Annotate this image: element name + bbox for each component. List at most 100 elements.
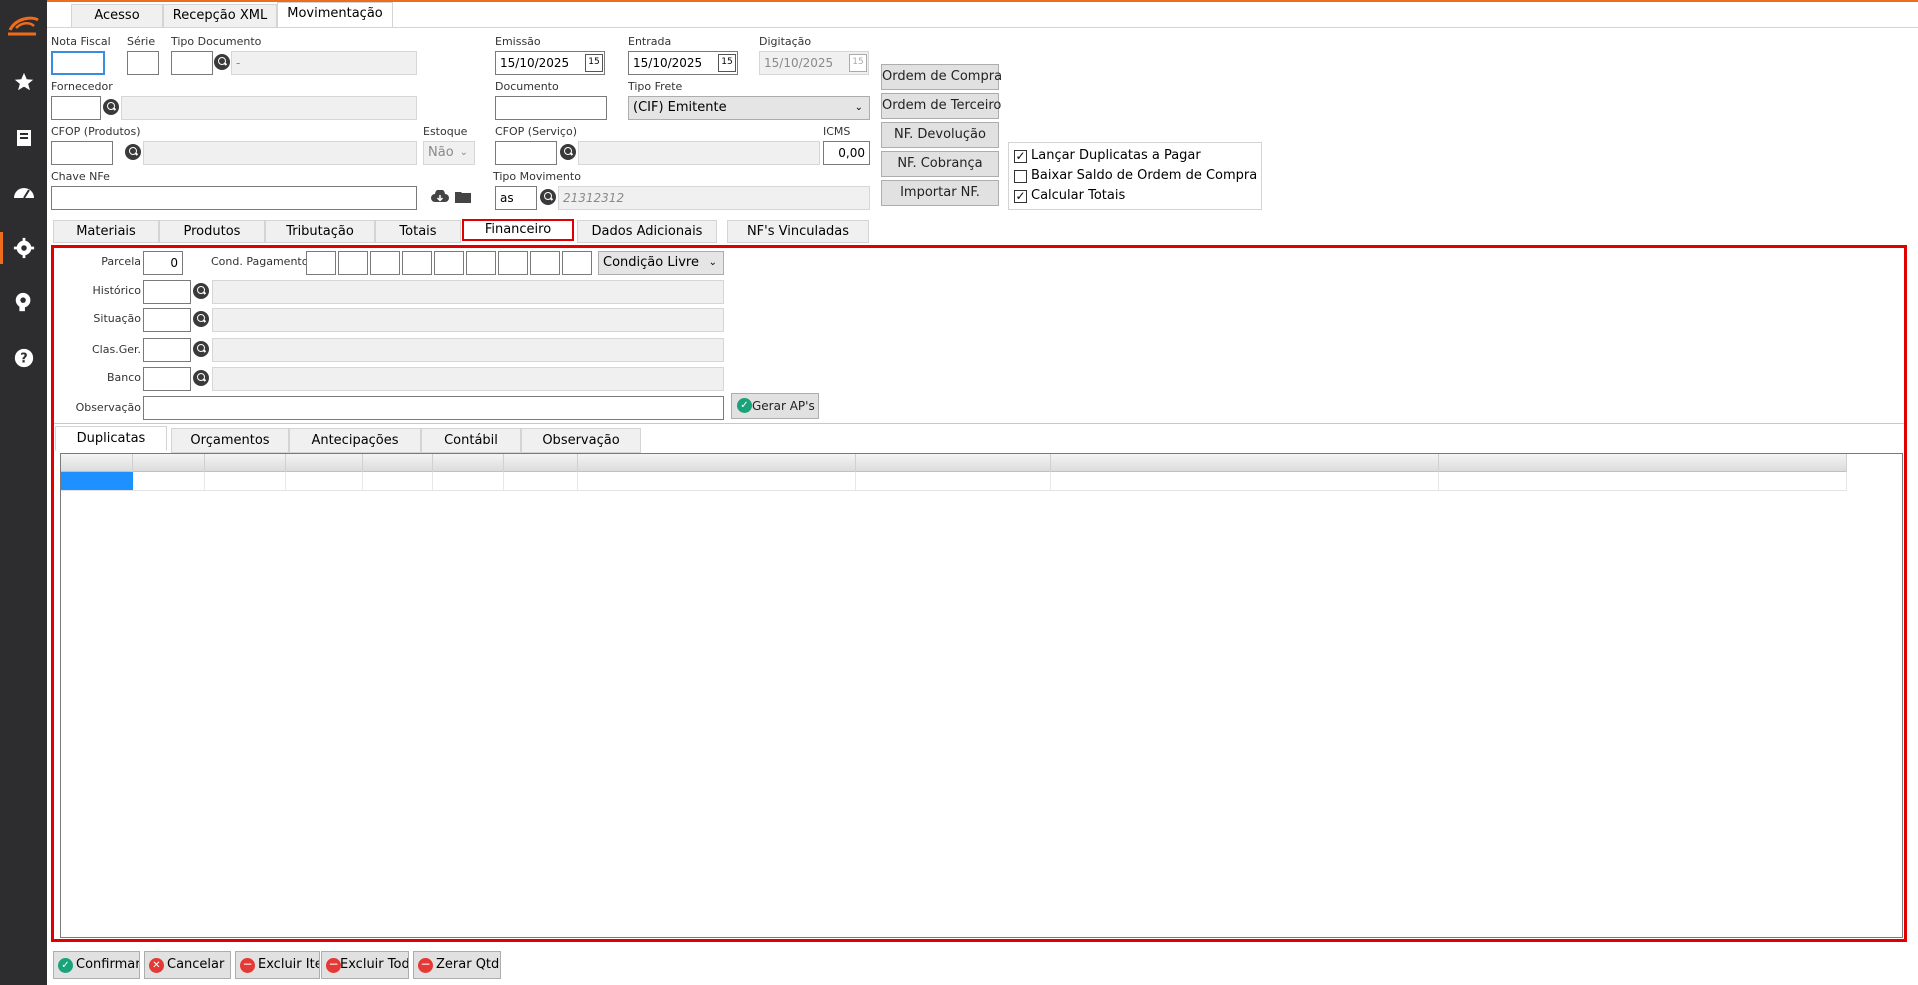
tipo-frete-select[interactable]: (CIF) Emitente ⌄	[628, 96, 870, 120]
calendar-icon[interactable]: 15	[585, 54, 603, 72]
star-icon[interactable]	[10, 68, 38, 96]
cond-pagamento-input-3[interactable]	[370, 251, 400, 275]
search-icon[interactable]	[125, 144, 141, 160]
table-cell[interactable]	[363, 472, 433, 490]
table-row[interactable]	[61, 472, 1847, 491]
tab-dados-adicionais[interactable]: Dados Adicionais	[577, 220, 717, 243]
importar-nf-button[interactable]: Importar NF.	[881, 180, 999, 206]
nota-fiscal-input[interactable]	[51, 51, 105, 75]
documento-input[interactable]	[495, 96, 607, 120]
serie-input[interactable]	[127, 51, 159, 75]
grid-column-header[interactable]	[286, 454, 363, 472]
tab-movimentacao[interactable]: Movimentação	[277, 2, 393, 28]
tab-contabil[interactable]: Contábil	[421, 428, 521, 453]
tab-observacao[interactable]: Observação	[521, 428, 641, 453]
gerar-aps-button[interactable]: ✓ Gerar AP's	[731, 393, 819, 419]
clas-ger-input[interactable]	[143, 338, 191, 362]
cond-pagamento-input-4[interactable]	[402, 251, 432, 275]
cond-pagamento-input-5[interactable]	[434, 251, 464, 275]
cond-pagamento-input-8[interactable]	[530, 251, 560, 275]
confirmar-button[interactable]: ✓ Confirmar	[53, 951, 140, 979]
tab-financeiro[interactable]: Financeiro	[462, 219, 574, 241]
tab-tributacao[interactable]: Tributação	[265, 220, 375, 243]
nf-devolucao-button[interactable]: NF. Devolução	[881, 122, 999, 148]
table-cell[interactable]	[856, 472, 1051, 490]
fornecedor-input[interactable]	[51, 96, 101, 120]
lancar-duplicatas-checkbox[interactable]: ✓	[1014, 150, 1027, 163]
excluir-todos-button[interactable]: − Excluir Todos	[321, 951, 409, 979]
parcela-input[interactable]: 0	[143, 251, 183, 275]
grid-column-header[interactable]	[1051, 454, 1439, 472]
icms-input[interactable]: 0,00	[823, 141, 870, 165]
cancelar-button[interactable]: ✕ Cancelar	[144, 951, 231, 979]
grid-column-header[interactable]	[578, 454, 856, 472]
table-cell[interactable]	[286, 472, 363, 490]
tab-antecipacoes[interactable]: Antecipações	[289, 428, 421, 453]
grid-column-header[interactable]	[504, 454, 578, 472]
baixar-saldo-checkbox[interactable]	[1014, 170, 1027, 183]
support-icon[interactable]	[10, 288, 38, 316]
duplicatas-grid[interactable]	[60, 453, 1903, 938]
chave-nfe-input[interactable]	[51, 186, 417, 210]
tipo-movimento-input[interactable]: as	[495, 186, 537, 210]
search-icon[interactable]	[540, 189, 556, 205]
cond-pagamento-input-6[interactable]	[466, 251, 496, 275]
cond-pagamento-input-9[interactable]	[562, 251, 592, 275]
search-icon[interactable]	[193, 341, 209, 357]
tab-produtos[interactable]: Produtos	[159, 220, 265, 243]
situacao-input[interactable]	[143, 308, 191, 332]
search-icon[interactable]	[193, 283, 209, 299]
nf-cobranca-button[interactable]: NF. Cobrança	[881, 151, 999, 177]
logo-icon[interactable]	[6, 14, 42, 36]
tab-orcamentos[interactable]: Orçamentos	[171, 428, 289, 453]
help-icon[interactable]: ?	[10, 344, 38, 372]
tab-totais[interactable]: Totais	[375, 220, 461, 243]
cond-pagamento-input-1[interactable]	[306, 251, 336, 275]
cfop-servico-input[interactable]	[495, 141, 557, 165]
table-cell[interactable]	[578, 472, 856, 490]
tab-duplicatas[interactable]: Duplicatas	[55, 426, 167, 451]
gear-icon[interactable]	[10, 234, 38, 262]
grid-column-header[interactable]	[433, 454, 504, 472]
calcular-totais-checkbox[interactable]: ✓	[1014, 190, 1027, 203]
calendar-icon[interactable]: 15	[718, 54, 736, 72]
book-icon[interactable]	[10, 124, 38, 152]
search-icon[interactable]	[193, 311, 209, 327]
grid-column-header[interactable]	[856, 454, 1051, 472]
dashboard-icon[interactable]	[10, 178, 38, 206]
cloud-download-icon[interactable]	[431, 189, 449, 207]
cond-pagamento-input-2[interactable]	[338, 251, 368, 275]
grid-column-header[interactable]	[363, 454, 433, 472]
tab-recepcao-xml[interactable]: Recepção XML	[163, 4, 277, 28]
grid-column-header[interactable]	[61, 454, 133, 472]
table-cell[interactable]	[133, 472, 205, 490]
table-cell[interactable]	[433, 472, 504, 490]
observacao-input[interactable]	[143, 396, 724, 420]
cond-pagamento-input-7[interactable]	[498, 251, 528, 275]
grid-column-header[interactable]	[1439, 454, 1847, 472]
tab-nfs-vinculadas[interactable]: NF's Vinculadas	[727, 220, 869, 243]
tipo-documento-input[interactable]	[171, 51, 213, 75]
historico-input[interactable]	[143, 280, 191, 304]
zerar-qtde-button[interactable]: − Zerar Qtde	[413, 951, 501, 979]
grid-column-header[interactable]	[205, 454, 286, 472]
search-icon[interactable]	[214, 54, 230, 70]
ordem-de-terceiro-button[interactable]: Ordem de Terceiro	[881, 93, 1001, 119]
table-cell[interactable]	[205, 472, 286, 490]
ordem-de-compra-button[interactable]: Ordem de Compra	[881, 64, 1002, 90]
banco-input[interactable]	[143, 367, 191, 391]
tab-materiais[interactable]: Materiais	[53, 220, 159, 243]
table-cell[interactable]	[504, 472, 578, 490]
table-cell[interactable]	[1051, 472, 1439, 490]
tab-acesso[interactable]: Acesso	[71, 4, 163, 28]
search-icon[interactable]	[560, 144, 576, 160]
search-icon[interactable]	[193, 370, 209, 386]
condicao-select[interactable]: Condição Livre ⌄	[598, 251, 724, 275]
excluir-item-button[interactable]: − Excluir Item	[235, 951, 320, 979]
table-cell[interactable]	[1439, 472, 1847, 490]
selected-cell[interactable]	[61, 472, 133, 490]
folder-icon[interactable]	[455, 190, 471, 206]
search-icon[interactable]	[103, 99, 119, 115]
cfop-produtos-input[interactable]	[51, 141, 113, 165]
grid-column-header[interactable]	[133, 454, 205, 472]
